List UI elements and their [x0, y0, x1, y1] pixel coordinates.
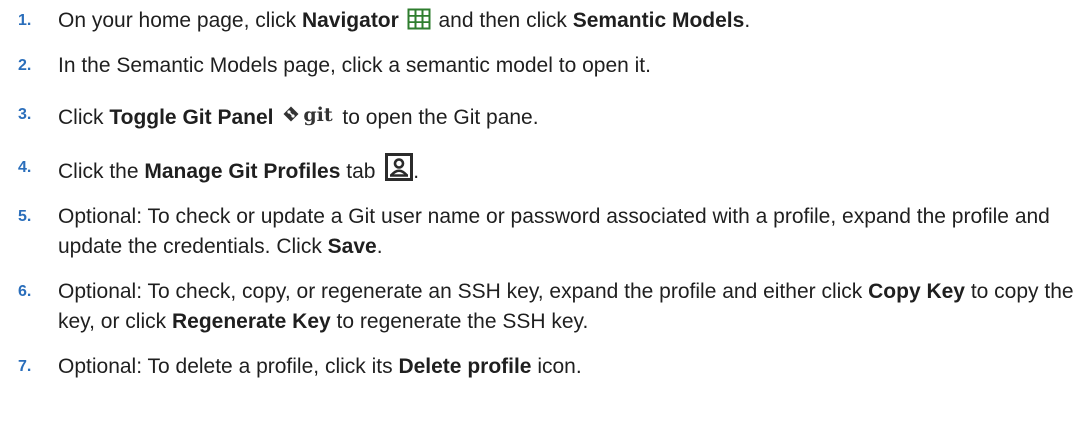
delete-profile-label: Delete profile	[398, 355, 532, 378]
step-7: 7. Optional: To delete a profile, click …	[0, 352, 1090, 382]
step-number: 4.	[18, 159, 32, 176]
step-number: 7.	[18, 358, 32, 375]
step-text: to open the Git pane.	[336, 106, 539, 129]
steps-list: 1. On your home page, click Navigator an…	[0, 0, 1090, 382]
step-text: Optional: To check or update a Git user …	[58, 205, 1050, 258]
grid-icon	[407, 8, 431, 30]
regenerate-key-label: Regenerate Key	[171, 310, 331, 333]
step-text: Click the	[58, 160, 145, 183]
manage-git-profiles-label: Manage Git Profiles	[144, 160, 341, 183]
copy-key-label: Copy Key	[868, 280, 965, 303]
step-text: to regenerate the SSH key.	[330, 310, 589, 333]
navigator-label: Navigator	[301, 9, 399, 32]
step-text: tab	[340, 160, 376, 183]
step-number: 6.	[18, 283, 32, 300]
step-text: .	[376, 235, 383, 258]
step-text: Optional: To check, copy, or regenerate …	[58, 280, 869, 303]
step-number: 2.	[18, 57, 32, 74]
save-label: Save	[327, 235, 377, 258]
git-diamond-icon	[283, 106, 299, 122]
step-text: and then click	[432, 9, 573, 32]
step-number: 1.	[18, 12, 32, 29]
step-text: icon.	[531, 355, 582, 378]
step-6: 6. Optional: To check, copy, or regenera…	[0, 277, 1090, 337]
toggle-git-panel-label: Toggle Git Panel	[109, 106, 274, 129]
git-icon-label: git	[303, 104, 333, 126]
profile-card-icon	[385, 153, 414, 181]
step-text: .	[413, 160, 420, 183]
step-number: 5.	[18, 208, 32, 225]
step-3: 3. Click Toggle Git Panel git to open th…	[0, 96, 1090, 133]
step-4: 4. Click the Manage Git Profiles tab .	[0, 149, 1090, 187]
step-text: .	[744, 9, 751, 32]
semantic-models-label: Semantic Models	[572, 9, 745, 32]
step-text: Click	[58, 106, 110, 129]
git-icon: git	[283, 104, 333, 126]
step-1: 1. On your home page, click Navigator an…	[0, 6, 1090, 36]
step-2: 2. In the Semantic Models page, click a …	[0, 51, 1090, 81]
step-number: 3.	[18, 106, 32, 123]
step-5: 5. Optional: To check or update a Git us…	[0, 202, 1090, 262]
step-text: On your home page, click	[58, 9, 302, 32]
step-text: Optional: To delete a profile, click its	[58, 355, 399, 378]
step-text: In the Semantic Models page, click a sem…	[58, 54, 651, 77]
